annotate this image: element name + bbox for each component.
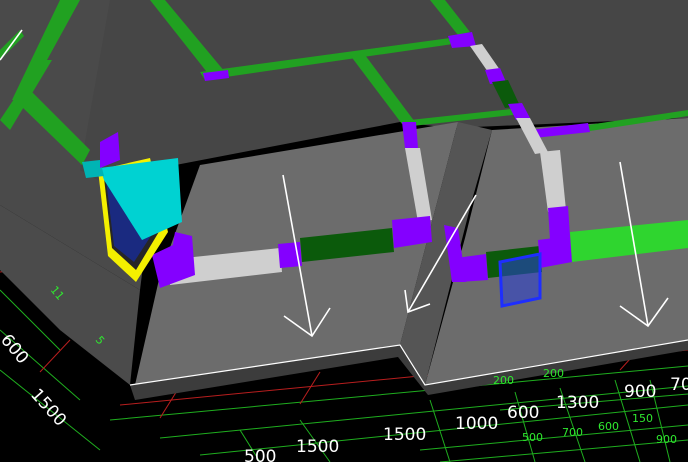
dim-label-small: 200 <box>493 374 514 387</box>
dim-label: 1000 <box>455 414 498 434</box>
dim-label-small: 500 <box>522 431 543 444</box>
dim-label-small: 150 <box>632 412 653 425</box>
3d-model-viewport[interactable]: 600 1500 500 1500 1500 1000 600 1300 900… <box>0 0 688 462</box>
dim-label: 1300 <box>556 393 599 413</box>
dim-label: 1500 <box>383 425 426 445</box>
dim-label-small: 600 <box>598 420 619 433</box>
dim-label: 70 <box>670 375 688 395</box>
dim-label: 600 <box>0 330 32 368</box>
dim-label: 1500 <box>296 437 339 457</box>
model-canvas[interactable]: 600 1500 500 1500 1500 1000 600 1300 900… <box>0 0 688 462</box>
blue-box-element[interactable] <box>498 252 542 308</box>
dim-label: 1500 <box>26 385 70 431</box>
dim-label-small: 700 <box>562 426 583 439</box>
dim-label-small: 200 <box>543 367 564 380</box>
dim-label: 600 <box>507 403 539 423</box>
dim-label-small: 900 <box>656 433 677 446</box>
dim-label: 500 <box>244 447 276 462</box>
dim-label: 900 <box>624 382 656 402</box>
